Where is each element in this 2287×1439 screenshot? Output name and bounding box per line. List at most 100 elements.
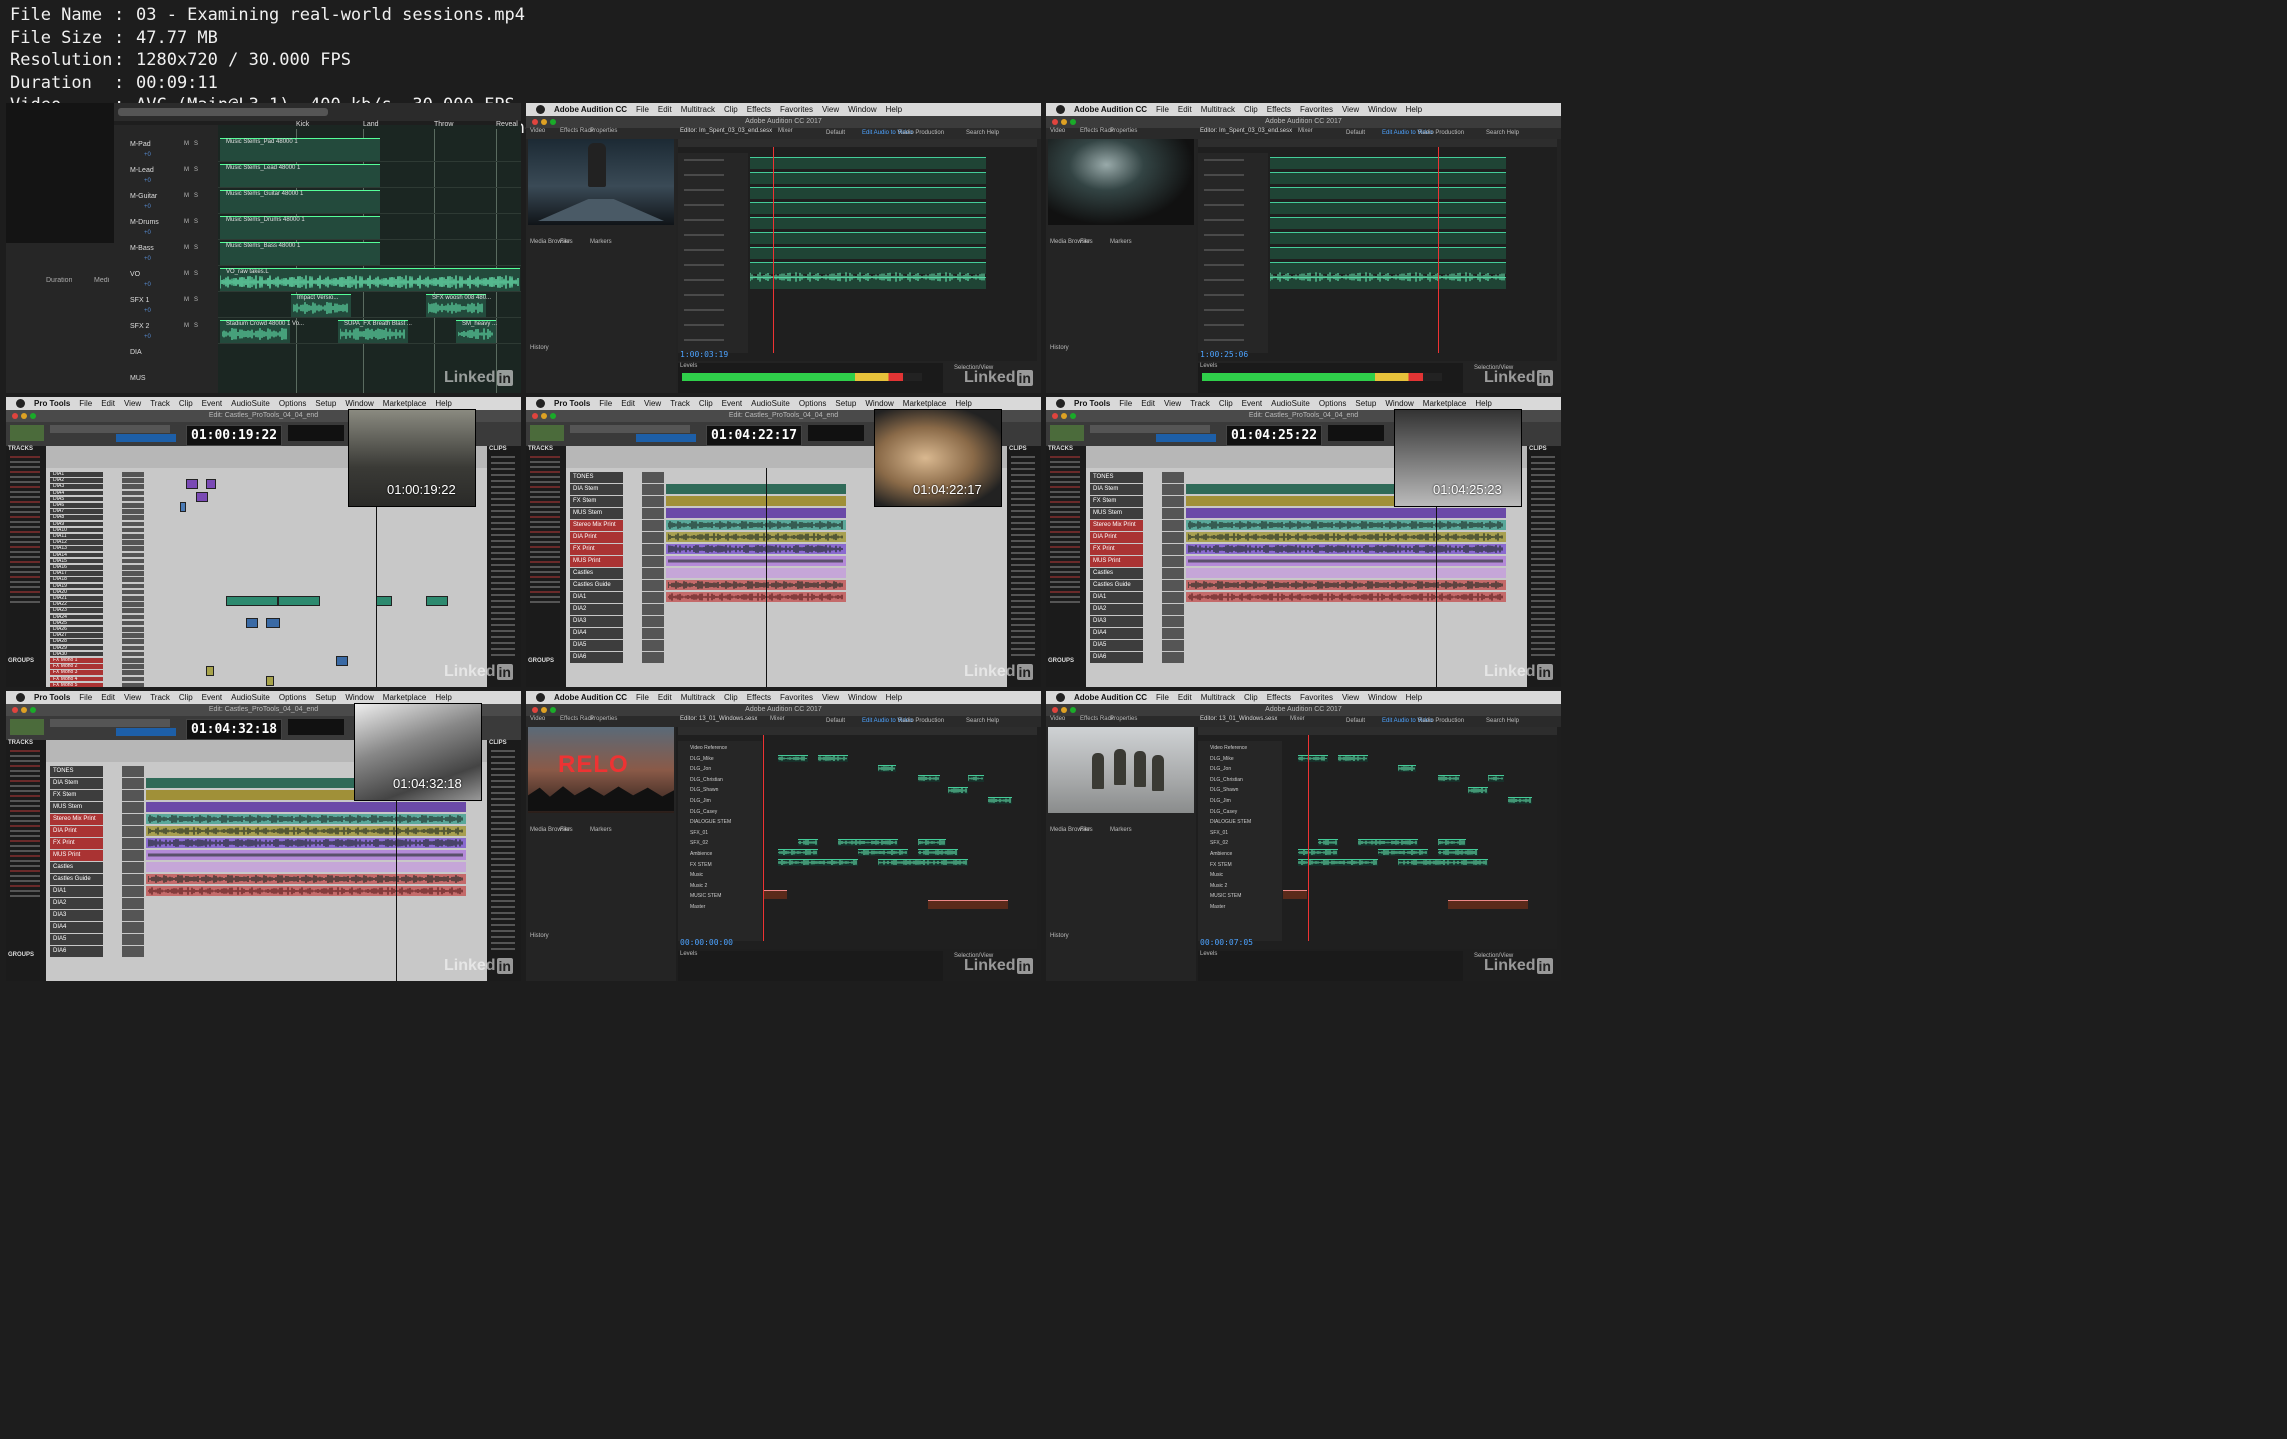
- track-name-plate[interactable]: DIA Stem: [570, 484, 623, 495]
- menu-item[interactable]: Multitrack: [681, 693, 715, 702]
- track-name[interactable]: DLG_Shawn: [690, 787, 718, 793]
- panel-tab[interactable]: Properties: [590, 716, 617, 722]
- audio-clip[interactable]: [426, 596, 448, 606]
- app-menu[interactable]: Pro Tools: [554, 399, 590, 408]
- track-controls[interactable]: [122, 521, 144, 527]
- track-list-item[interactable]: [1050, 476, 1080, 478]
- clip-list-item[interactable]: [1531, 642, 1555, 644]
- track-header[interactable]: [684, 264, 724, 266]
- window-control-icon[interactable]: [1070, 707, 1076, 713]
- volume-readout[interactable]: +0: [144, 256, 151, 262]
- track-controls[interactable]: [122, 886, 144, 897]
- track-name[interactable]: DLG_Mike: [690, 756, 714, 762]
- track-list-item[interactable]: [10, 601, 40, 603]
- menu-item[interactable]: Favorites: [1300, 693, 1333, 702]
- track-name-plate[interactable]: DIA23: [50, 608, 103, 614]
- track-list-item[interactable]: [10, 830, 40, 832]
- track-list-item[interactable]: [1050, 581, 1080, 583]
- track-name[interactable]: DLG_Jim: [1210, 798, 1231, 804]
- menu-item[interactable]: Effects: [1267, 693, 1291, 702]
- audio-clip[interactable]: [1270, 172, 1506, 184]
- track-name-plate[interactable]: DIA2: [50, 478, 103, 483]
- clip-list-item[interactable]: [1011, 468, 1035, 470]
- music-clip[interactable]: [928, 900, 1008, 909]
- track-controls[interactable]: [1162, 640, 1184, 651]
- clip-list-item[interactable]: [1011, 588, 1035, 590]
- mute-button[interactable]: M: [184, 167, 189, 173]
- clip-list-item[interactable]: [1531, 480, 1555, 482]
- music-clip[interactable]: [1283, 890, 1307, 899]
- window-control-icon[interactable]: [1061, 413, 1067, 419]
- clip-list-item[interactable]: [1011, 492, 1035, 494]
- menu-item[interactable]: Edit: [658, 693, 672, 702]
- track-controls[interactable]: [642, 604, 664, 615]
- track-list-item[interactable]: [530, 551, 560, 553]
- track-controls[interactable]: [122, 922, 144, 933]
- clip-list-item[interactable]: [491, 870, 515, 872]
- track-controls[interactable]: [642, 520, 664, 531]
- tool-buttons[interactable]: [50, 719, 170, 727]
- track-controls[interactable]: [122, 898, 144, 909]
- track-name[interactable]: DIALOGUE STEM: [1210, 819, 1251, 825]
- apple-menu-icon[interactable]: [1056, 105, 1065, 114]
- track-list-item[interactable]: [10, 551, 40, 553]
- track-controls[interactable]: [122, 946, 144, 957]
- track-controls[interactable]: [642, 640, 664, 651]
- track-header[interactable]: [1204, 324, 1244, 326]
- track-list-item[interactable]: [530, 536, 560, 538]
- track-name-plate[interactable]: DIA Print: [50, 826, 103, 837]
- track-name-plate[interactable]: FX Mono 2: [50, 664, 103, 669]
- track-name-plate[interactable]: DIA1: [50, 472, 103, 477]
- track-name[interactable]: SFX 1: [130, 297, 149, 304]
- menu-item[interactable]: Help: [886, 693, 902, 702]
- track-list-item[interactable]: [10, 576, 40, 578]
- audio-clip[interactable]: [278, 596, 320, 606]
- track-controls[interactable]: [642, 556, 664, 567]
- audio-clip[interactable]: [750, 232, 986, 244]
- workspace-tab[interactable]: Default: [1346, 130, 1365, 136]
- track-list-item[interactable]: [10, 481, 40, 483]
- clip-list-item[interactable]: [491, 468, 515, 470]
- levels-label[interactable]: Levels: [680, 951, 697, 957]
- clip-list-item[interactable]: [1011, 462, 1035, 464]
- track-list-item[interactable]: [10, 880, 40, 882]
- clip-list-item[interactable]: [1531, 570, 1555, 572]
- track-list-item[interactable]: [10, 760, 40, 762]
- tool-buttons[interactable]: [570, 425, 690, 433]
- track-name[interactable]: SFX_01: [1210, 830, 1228, 836]
- editor-tab[interactable]: Editor: 13_01_Windows.sesx: [680, 716, 757, 722]
- clip-list-item[interactable]: [491, 528, 515, 530]
- marker-label[interactable]: Reveal: [496, 121, 518, 128]
- clip-list-item[interactable]: [1011, 576, 1035, 578]
- window-control-icon[interactable]: [30, 413, 36, 419]
- clip-list-item[interactable]: [1011, 516, 1035, 518]
- search-help[interactable]: Search Help: [966, 130, 999, 136]
- track-name[interactable]: M-Lead: [130, 167, 154, 174]
- menu-item[interactable]: Effects: [1267, 105, 1291, 114]
- menu-item[interactable]: AudioSuite: [751, 399, 790, 408]
- track-controls[interactable]: [122, 496, 144, 502]
- track-name-plate[interactable]: FX Print: [50, 838, 103, 849]
- menu-item[interactable]: Track: [670, 399, 690, 408]
- clip-list-item[interactable]: [1531, 582, 1555, 584]
- track-header[interactable]: [684, 249, 724, 251]
- track-header[interactable]: [1204, 174, 1244, 176]
- clip-list-item[interactable]: [1531, 510, 1555, 512]
- track-list-item[interactable]: [530, 481, 560, 483]
- track-header[interactable]: [1204, 309, 1244, 311]
- menu-item[interactable]: File: [1119, 399, 1132, 408]
- clip-list-item[interactable]: [491, 924, 515, 926]
- track-name-plate[interactable]: FX Print: [570, 544, 623, 555]
- edit-mode-buttons[interactable]: [10, 425, 44, 441]
- clip-list-item[interactable]: [1011, 582, 1035, 584]
- menu-item[interactable]: Options: [279, 693, 307, 702]
- track-list-item[interactable]: [1050, 566, 1080, 568]
- track-header[interactable]: [1204, 234, 1244, 236]
- clip-list-item[interactable]: [1011, 648, 1035, 650]
- solo-button[interactable]: S: [194, 297, 198, 303]
- menu-item[interactable]: Marketplace: [383, 399, 427, 408]
- clip-list-item[interactable]: [491, 546, 515, 548]
- track-controls[interactable]: [122, 814, 144, 825]
- track-name-plate[interactable]: DIA3: [1090, 616, 1143, 627]
- track-list-item[interactable]: [10, 860, 40, 862]
